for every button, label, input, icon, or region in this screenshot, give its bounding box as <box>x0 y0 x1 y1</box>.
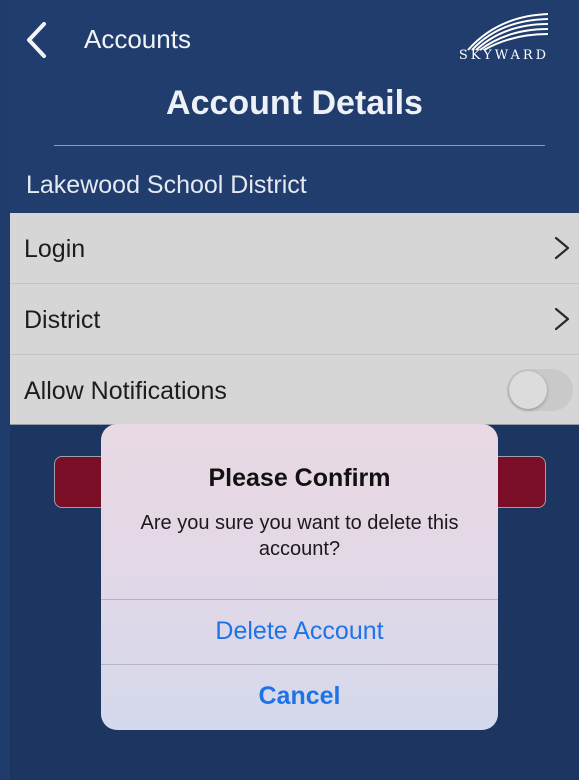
notifications-row: Allow Notifications <box>10 355 579 425</box>
title-divider <box>54 145 545 146</box>
cancel-action[interactable]: Cancel <box>101 682 498 711</box>
top-navigation-bar: Accounts SKYWARD <box>10 0 579 80</box>
login-row[interactable]: Login <box>10 213 579 284</box>
back-label[interactable]: Accounts <box>84 24 191 55</box>
login-label: Login <box>24 235 86 263</box>
confirm-dialog: Please Confirm Are you sure you want to … <box>101 424 498 730</box>
dialog-title: Please Confirm <box>208 464 391 492</box>
dialog-separator <box>101 599 498 600</box>
chevron-right-icon <box>554 236 570 260</box>
skyward-logo: SKYWARD <box>458 10 550 70</box>
dialog-message: Are you sure you want to delete this acc… <box>140 512 459 560</box>
district-row[interactable]: District <box>10 284 579 355</box>
delete-account-action[interactable]: Delete Account <box>101 617 498 646</box>
chevron-right-icon <box>554 307 570 331</box>
toggle-knob <box>509 371 547 409</box>
page-title: Account Details <box>166 84 423 122</box>
notifications-label: Allow Notifications <box>24 377 227 405</box>
brand-text: SKYWARD <box>458 48 550 63</box>
section-header: Lakewood School District <box>26 171 307 199</box>
notifications-toggle[interactable] <box>507 369 573 411</box>
screen: Accounts SKYWARD Account Details Lakewoo… <box>10 0 579 780</box>
settings-list: Login District Allow Notifications <box>10 213 579 425</box>
chevron-left-icon <box>27 22 46 58</box>
back-button[interactable] <box>22 20 52 60</box>
dialog-separator <box>101 664 498 665</box>
district-label: District <box>24 306 101 334</box>
